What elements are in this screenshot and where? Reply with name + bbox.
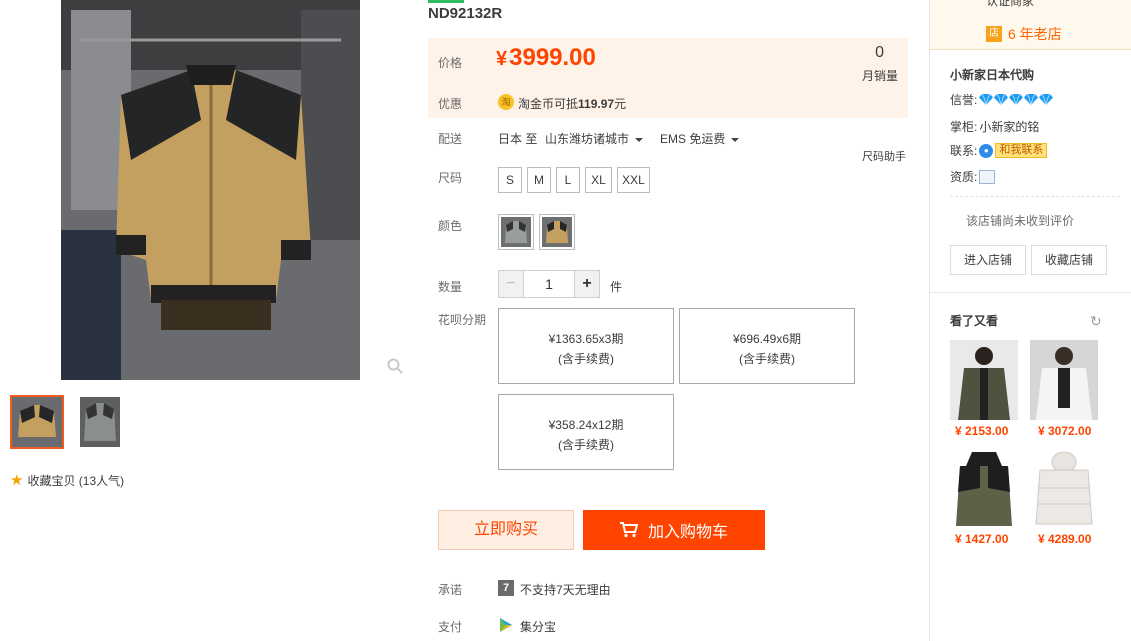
size-option-xl[interactable]: XL <box>585 167 612 193</box>
color-label: 颜色 <box>438 219 463 233</box>
size-helper-link[interactable]: 尺码助手 <box>862 148 906 164</box>
add-to-cart-button[interactable]: 加入购物车 <box>583 510 765 550</box>
shop-keeper-name[interactable]: 小新家的铭 <box>979 118 1039 135</box>
divider <box>950 196 1120 197</box>
recommend-item-3-price[interactable]: ¥ 1427.00 <box>955 532 1008 546</box>
recommend-item-4-image[interactable] <box>1030 448 1098 528</box>
size-option-xxl[interactable]: XXL <box>617 167 650 193</box>
recommend-item-1-price[interactable]: ¥ 2153.00 <box>955 424 1008 438</box>
no-7-day-return-icon: 7 <box>498 580 514 596</box>
thumbnail-2[interactable] <box>80 397 120 447</box>
promise-label: 承诺 <box>438 583 463 597</box>
shop-icon: 店 <box>986 26 1002 42</box>
size-option-l[interactable]: L <box>556 167 580 193</box>
installment-option-6[interactable]: ¥696.49x6期 (含手续费) <box>679 308 855 384</box>
promo-text: 淘金币可抵119.97元 <box>518 97 627 111</box>
divider <box>930 292 1131 293</box>
promise-text: 不支持7天无理由 <box>520 583 611 597</box>
chevron-down-icon <box>731 137 740 142</box>
tag-strip <box>428 0 464 3</box>
price-panel: 价格 ¥3999.00 0 月销量 优惠 淘 淘金币可抵119.97元 <box>428 38 908 118</box>
installment-option-12[interactable]: ¥358.24x12期 (含手续费) <box>498 394 674 470</box>
price-label: 价格 <box>438 56 463 70</box>
payment-text: 集分宝 <box>520 620 557 634</box>
shop-name[interactable]: 小新家日本代购 <box>950 66 1034 83</box>
credit-diamonds[interactable] <box>979 94 1054 105</box>
chevron-down-icon <box>635 137 644 142</box>
shipping-from: 日本 至 <box>498 132 538 146</box>
recommend-title: 看了又看 <box>950 314 999 328</box>
taojinbi-coin-icon: 淘 <box>498 94 514 110</box>
diamond-icon <box>994 94 1009 105</box>
recommend-item-4-price[interactable]: ¥ 4289.00 <box>1038 532 1091 546</box>
shop-age-badge: 店 6 年老店 <box>986 24 1062 44</box>
recommend-item-2-image[interactable] <box>1030 340 1098 420</box>
shipping-method-select[interactable]: EMS 免运费 <box>660 130 740 147</box>
wangwang-icon: ● <box>979 143 994 158</box>
quantity-input[interactable]: 1 <box>524 270 574 298</box>
enter-shop-button[interactable]: 进入店铺 <box>950 245 1026 275</box>
installment-option-3[interactable]: ¥1363.65x3期 (含手续费) <box>498 308 674 384</box>
diamond-icon <box>979 94 994 105</box>
buy-now-button[interactable]: 立即购买 <box>438 510 574 550</box>
add-to-cart-label: 加入购物车 <box>647 524 728 541</box>
monthly-sales-label: 月销量 <box>861 69 898 83</box>
contact-me-button[interactable]: 和我联系 <box>995 143 1048 158</box>
recommend-item-1-image[interactable] <box>950 340 1018 420</box>
size-label: 尺码 <box>438 171 463 185</box>
shopping-cart-icon <box>619 522 638 538</box>
shop-certified-text: 认证商家 <box>986 0 1035 8</box>
shop-qualification-row: 资质: <box>950 168 996 185</box>
id-card-icon[interactable] <box>979 169 996 184</box>
shop-credit-row: 信誉: <box>950 91 1054 108</box>
quantity-unit: 件 <box>610 280 623 294</box>
shop-keeper-row: 掌柜: 小新家的铭 <box>950 118 1040 135</box>
favorite-label: 收藏宝贝 (13人气) <box>27 473 125 488</box>
main-product-image[interactable] <box>61 0 360 380</box>
jifenbao-icon <box>498 617 514 636</box>
quantity-decrement-button[interactable]: − <box>498 270 524 298</box>
thumbnail-1[interactable] <box>10 395 64 449</box>
quantity-increment-button[interactable]: + <box>574 270 600 298</box>
diamond-icon <box>1009 94 1024 105</box>
shop-panel: 认证商家 店 6 年老店 小新家日本代购 信誉: 掌柜: 小新家的铭 联系: ●… <box>929 0 1131 641</box>
shop-header: 认证商家 店 6 年老店 <box>930 0 1131 50</box>
shop-contact-row: 联系: ● 和我联系 <box>950 142 1048 159</box>
promo-label: 优惠 <box>438 97 463 111</box>
payment-label: 支付 <box>438 620 463 634</box>
favorite-item-link[interactable]: ★ 收藏宝贝 (13人气) <box>10 471 124 489</box>
save-shop-button[interactable]: 收藏店铺 <box>1031 245 1107 275</box>
recommend-item-2-price[interactable]: ¥ 3072.00 <box>1038 424 1091 438</box>
recommend-item-3-image[interactable] <box>950 448 1018 528</box>
refresh-icon[interactable]: ↻ <box>1090 313 1102 330</box>
installment-label: 花呗分期 <box>438 313 487 327</box>
color-option-grey[interactable] <box>498 214 534 250</box>
shipping-destination-select[interactable]: 山东潍坊诸城市 <box>545 130 644 147</box>
zoom-icon[interactable] <box>386 357 404 375</box>
size-option-m[interactable]: M <box>527 167 551 193</box>
quantity-label: 数量 <box>438 280 463 294</box>
shipping-label: 配送 <box>438 132 463 146</box>
product-title: ND92132R <box>428 5 503 22</box>
size-option-s[interactable]: S <box>498 167 522 193</box>
diamond-icon <box>1024 94 1039 105</box>
color-option-khaki[interactable] <box>539 214 575 250</box>
monthly-sales-count: 0 <box>875 44 884 61</box>
no-review-text: 该店铺尚未收到评价 <box>966 214 1075 228</box>
star-icon: ★ <box>10 472 24 489</box>
diamond-icon <box>1039 94 1054 105</box>
price-value: ¥3999.00 <box>496 44 596 71</box>
